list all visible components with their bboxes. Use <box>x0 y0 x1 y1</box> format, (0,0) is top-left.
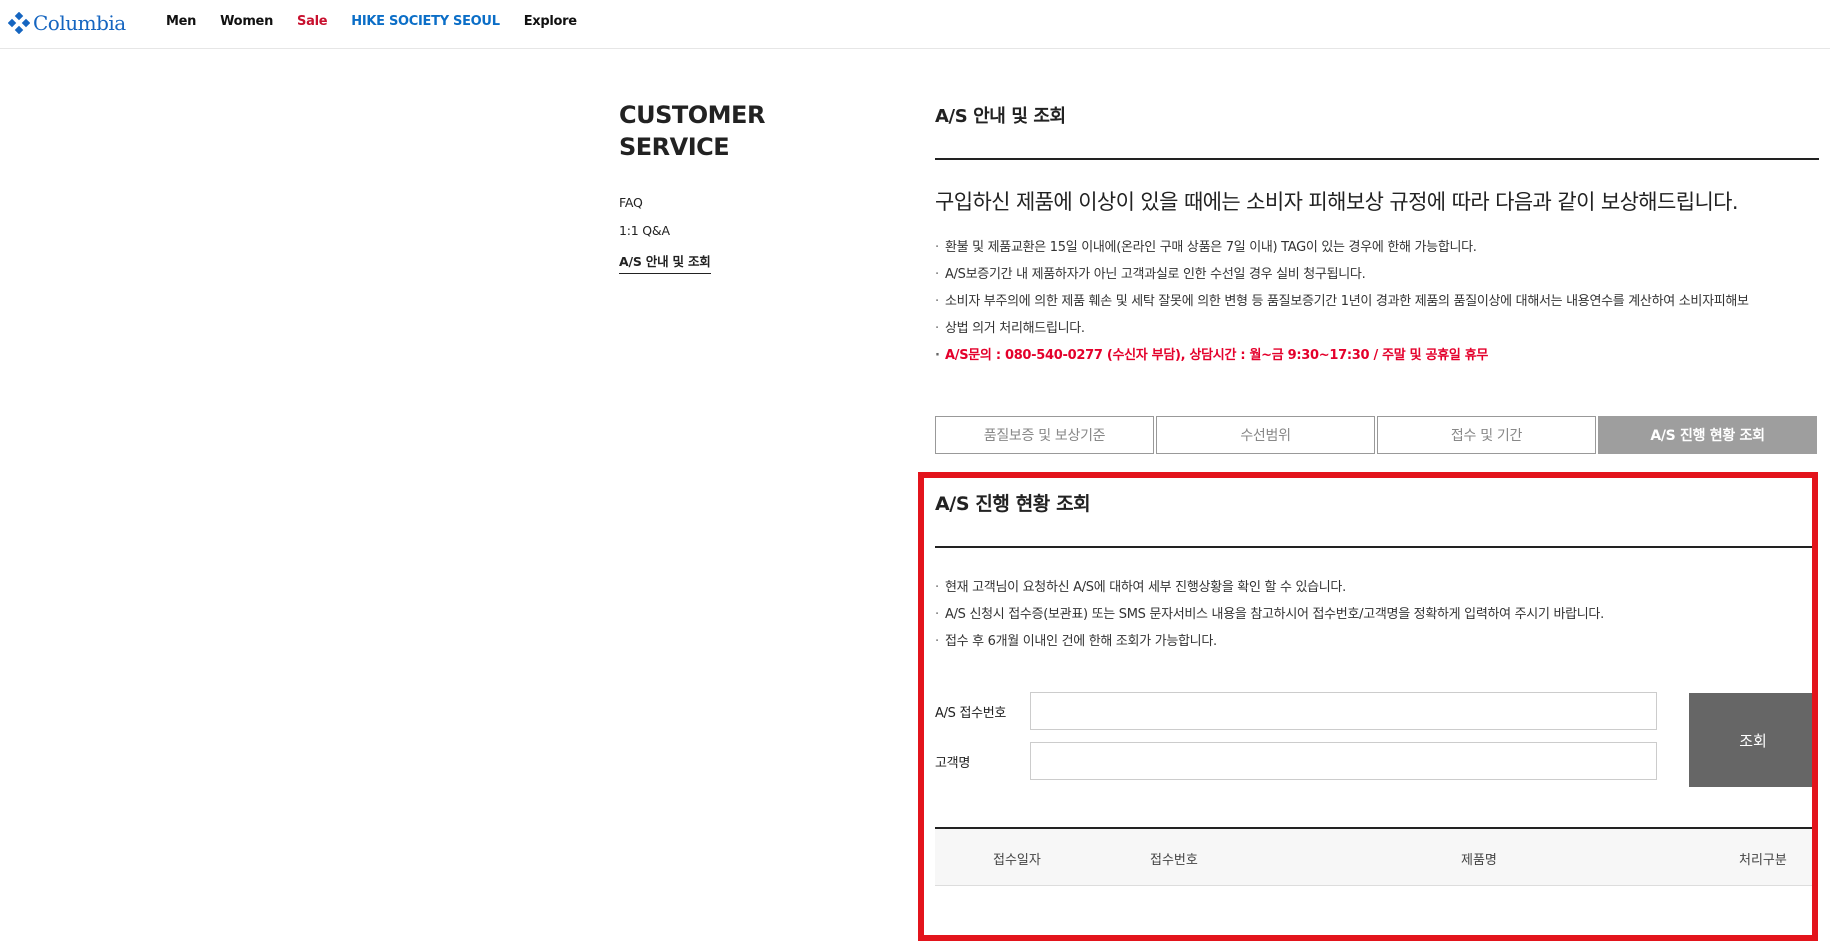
tab-reception[interactable]: 접수 및 기간 <box>1377 416 1596 454</box>
page-title: A/S 안내 및 조회 <box>935 96 1819 160</box>
tab-warranty[interactable]: 품질보증 및 보상기준 <box>935 416 1154 454</box>
as-contact-info: A/S문의 : 080-540-0277 (수신자 부담), 상담시간 : 월~… <box>935 342 1819 369</box>
nav-sale[interactable]: Sale <box>297 14 328 29</box>
cs-title-line1: CUSTOMER <box>619 101 765 129</box>
compensation-headline: 구입하신 제품에 이상이 있을 때에는 소비자 피해보상 규정에 따라 다음과 … <box>935 190 1739 214</box>
main-content: A/S 안내 및 조회 구입하신 제품에 이상이 있을 때에는 소비자 피해보상… <box>935 96 1819 454</box>
main-nav: Men Women Sale HIKE SOCIETY SEOUL Explor… <box>166 14 601 29</box>
nav-women[interactable]: Women <box>220 14 273 29</box>
as-tabs: 품질보증 및 보상기준 수선범위 접수 및 기간 A/S 진행 현황 조회 <box>935 416 1819 454</box>
cs-title-line2: SERVICE <box>619 133 730 161</box>
sidebar-item-qna[interactable]: 1:1 Q&A <box>619 223 711 238</box>
tab-repair-scope[interactable]: 수선범위 <box>1156 416 1375 454</box>
policy-note-continued: 상법 의거 처리해드립니다. <box>935 315 1819 342</box>
nav-men[interactable]: Men <box>166 14 196 29</box>
nav-hike-society-seoul[interactable]: HIKE SOCIETY SEOUL <box>351 14 500 29</box>
policy-note: 환불 및 제품교환은 15일 이내에(온라인 구매 상품은 7일 이내) TAG… <box>935 234 1819 261</box>
sidebar-menu: FAQ 1:1 Q&A A/S 안내 및 조회 <box>619 195 711 287</box>
columbia-logo[interactable]: Columbia <box>8 11 126 35</box>
columbia-diamond-icon <box>8 12 30 34</box>
policy-notes: 환불 및 제품교환은 15일 이내에(온라인 구매 상품은 7일 이내) TAG… <box>935 234 1819 369</box>
policy-note: 소비자 부주의에 의한 제품 훼손 및 세탁 잘못에 의한 변형 등 품질보증기… <box>935 288 1819 315</box>
nav-explore[interactable]: Explore <box>524 14 577 29</box>
sidebar-item-as[interactable]: A/S 안내 및 조회 <box>619 251 711 274</box>
customer-service-title: CUSTOMER SERVICE <box>619 99 765 163</box>
policy-note-continued-text: 상법 의거 처리해드립니다. <box>945 321 1085 336</box>
tab-as-status[interactable]: A/S 진행 현황 조회 <box>1598 416 1817 454</box>
sidebar-item-faq[interactable]: FAQ <box>619 195 711 210</box>
site-header: Columbia Men Women Sale HIKE SOCIETY SEO… <box>0 0 1830 49</box>
policy-note: A/S보증기간 내 제품하자가 아닌 고객과실로 인한 수선일 경우 실비 청구… <box>935 261 1819 288</box>
brand-name: Columbia <box>33 11 126 35</box>
highlight-box <box>918 472 1818 941</box>
